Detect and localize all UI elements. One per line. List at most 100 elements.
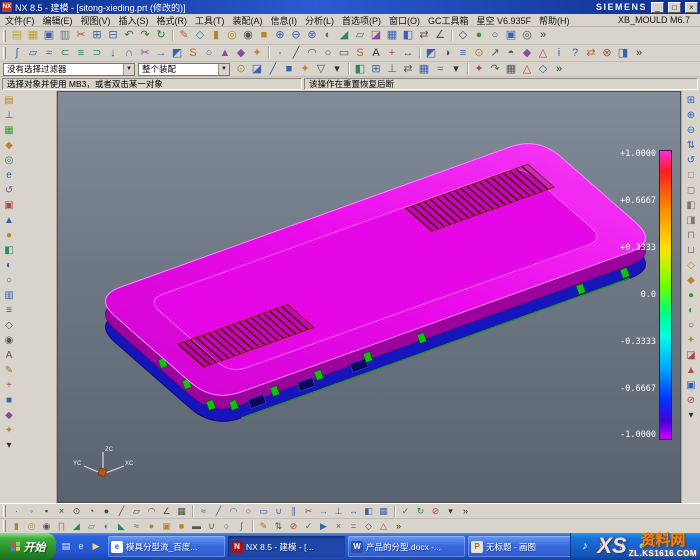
add-component-icon[interactable]: ⊞ xyxy=(368,62,384,77)
fit-view-icon[interactable]: ⊞ xyxy=(683,93,699,108)
menu-item-1[interactable]: 文件(F) xyxy=(1,14,39,27)
blend-cmd-icon[interactable]: ◐ xyxy=(99,520,114,533)
move-component-icon[interactable]: ⇄ xyxy=(400,62,416,77)
object-display-icon[interactable]: ◩ xyxy=(423,46,439,61)
general-selection-icon[interactable]: ▾ xyxy=(329,62,345,77)
select-face-icon[interactable]: ◪ xyxy=(249,62,265,77)
datum-plane-icon[interactable]: ◇ xyxy=(192,28,208,43)
reorder-icon[interactable]: ⇅ xyxy=(271,520,286,533)
trim-body-icon[interactable]: ◪ xyxy=(368,28,384,43)
quadrant-snap-icon[interactable]: ◔ xyxy=(84,505,99,518)
isometric-view-icon[interactable]: ◇ xyxy=(683,258,699,273)
pad-cmd-icon[interactable]: ■ xyxy=(174,520,189,533)
snap-point-icon[interactable]: ⊙ xyxy=(471,46,487,61)
information-icon[interactable]: i xyxy=(551,46,567,61)
save-icon[interactable]: ▣ xyxy=(41,28,57,43)
annotations-icon[interactable]: A xyxy=(1,348,17,363)
show-hide-icon[interactable]: ◑ xyxy=(439,46,455,61)
toolbar-grip[interactable] xyxy=(3,505,6,517)
offset-tool-icon[interactable]: ∥ xyxy=(286,505,301,518)
taskbar-task[interactable]: e模具分型流_百度... xyxy=(108,536,225,557)
interference-icon[interactable]: △ xyxy=(519,62,535,77)
arc-tool-icon[interactable]: ◠ xyxy=(226,505,241,518)
finish-sketch-icon[interactable]: ✓ xyxy=(398,505,413,518)
help-icon[interactable]: ? xyxy=(567,46,583,61)
mirror-feature-icon[interactable]: ◧ xyxy=(400,28,416,43)
sync-modeling-icon[interactable]: ⇄ xyxy=(583,46,599,61)
quick-ie-icon[interactable]: e xyxy=(74,540,88,554)
shell-cmd-icon[interactable]: ▱ xyxy=(84,520,99,533)
menu-item-8[interactable]: 信息(I) xyxy=(267,14,302,27)
selection-filter-combo[interactable]: 没有选择过滤器 ▼ xyxy=(3,63,135,76)
wireframe-mode-icon[interactable]: ○ xyxy=(487,28,503,43)
minimize-button[interactable]: _ xyxy=(651,2,664,13)
taskbar-task[interactable]: P无标题 - 画图 xyxy=(468,536,570,557)
measure-distance-icon[interactable]: ↔ xyxy=(400,46,416,61)
delete-face-icon[interactable]: ⊗ xyxy=(599,46,615,61)
menu-item-12[interactable]: GC工具箱 xyxy=(424,14,473,27)
close-button[interactable]: × xyxy=(685,2,698,13)
mirror-tool-icon[interactable]: ◧ xyxy=(361,505,376,518)
analysis-deviation-icon[interactable]: △ xyxy=(535,46,551,61)
roles-icon[interactable]: ● xyxy=(1,228,17,243)
assembly-cube-icon[interactable]: ◧ xyxy=(352,62,368,77)
pattern-feature-icon[interactable]: ▦ xyxy=(384,28,400,43)
bottom-view-icon[interactable]: ⊔ xyxy=(683,243,699,258)
menu-item-6[interactable]: 工具(T) xyxy=(191,14,229,27)
chamfer-cmd-icon[interactable]: ◣ xyxy=(114,520,129,533)
rectangle-tool-icon[interactable]: ▭ xyxy=(256,505,271,518)
point-icon[interactable]: ∙ xyxy=(272,46,288,61)
sketches-icon[interactable]: ✎ xyxy=(1,363,17,378)
zoom-in-icon[interactable]: ⊕ xyxy=(683,108,699,123)
swept-icon[interactable]: S xyxy=(185,46,201,61)
subtract-icon[interactable]: ⊖ xyxy=(288,28,304,43)
cut-icon[interactable]: ✂ xyxy=(73,28,89,43)
true-shading-icon[interactable]: ◐ xyxy=(1,258,17,273)
orient-view-icon[interactable]: ↗ xyxy=(487,46,503,61)
show-desktop-icon[interactable]: ▤ xyxy=(59,540,73,554)
arrangements-icon[interactable]: ▦ xyxy=(503,62,519,77)
layers-icon[interactable]: ≡ xyxy=(1,303,17,318)
extend-sheet-icon[interactable]: → xyxy=(153,46,169,61)
render-style-icon[interactable]: ◓ xyxy=(503,46,519,61)
intersection-snap-icon[interactable]: × xyxy=(54,505,69,518)
taskbar-task[interactable]: NNX 8.5 - 建模 - [... xyxy=(228,536,345,557)
extrude-icon[interactable]: ▮ xyxy=(208,28,224,43)
shell-icon[interactable]: ▱ xyxy=(352,28,368,43)
update-model-icon[interactable]: ↻ xyxy=(413,505,428,518)
make-current-icon[interactable]: ✓ xyxy=(301,520,316,533)
chevron-down-icon[interactable]: ▼ xyxy=(123,64,134,75)
pocket-cmd-icon[interactable]: ▣ xyxy=(159,520,174,533)
thread-cmd-icon[interactable]: ≈ xyxy=(129,520,144,533)
emboss-icon[interactable]: ▲ xyxy=(217,46,233,61)
explode-icon[interactable]: ✦ xyxy=(471,62,487,77)
redo-icon[interactable]: ↷ xyxy=(137,28,153,43)
chevron-down-icon[interactable]: ▼ xyxy=(218,64,229,75)
expression-icon[interactable]: = xyxy=(346,520,361,533)
constraint-navigator-icon[interactable]: ⊥ xyxy=(1,108,17,123)
select-body-icon[interactable]: ■ xyxy=(281,62,297,77)
arc-icon[interactable]: ◠ xyxy=(304,46,320,61)
menu-item-4[interactable]: 插入(S) xyxy=(115,14,153,27)
menu-item-7[interactable]: 装配(A) xyxy=(229,14,267,27)
reuse-library-icon[interactable]: ◆ xyxy=(1,138,17,153)
highlight-icon[interactable]: ✦ xyxy=(297,62,313,77)
selection-scope-combo[interactable]: 整个装配 ▼ xyxy=(138,63,230,76)
snapshot-icon[interactable]: ◎ xyxy=(519,28,535,43)
new-icon[interactable]: ▤ xyxy=(9,28,25,43)
sew-icon[interactable]: ⊃ xyxy=(89,46,105,61)
constraint-icon[interactable]: ⊥ xyxy=(384,62,400,77)
undo-icon[interactable]: ↶ xyxy=(121,28,137,43)
snap-toggle-icon[interactable]: ⊙ xyxy=(233,62,249,77)
menu-item-14[interactable]: 帮助(H) xyxy=(535,14,574,27)
web-browser-icon[interactable]: e xyxy=(1,168,17,183)
menu-item-9[interactable]: 分析(L) xyxy=(301,14,338,27)
left-view-icon[interactable]: ◧ xyxy=(683,198,699,213)
face-analysis-icon[interactable]: ▲ xyxy=(683,363,699,378)
tube-icon[interactable]: ○ xyxy=(201,46,217,61)
material-icon[interactable]: ◆ xyxy=(519,46,535,61)
circle-tool-icon[interactable]: ○ xyxy=(241,505,256,518)
lights-icon[interactable]: ✦ xyxy=(1,423,17,438)
maximize-button[interactable]: □ xyxy=(668,2,681,13)
circle-icon[interactable]: ○ xyxy=(320,46,336,61)
